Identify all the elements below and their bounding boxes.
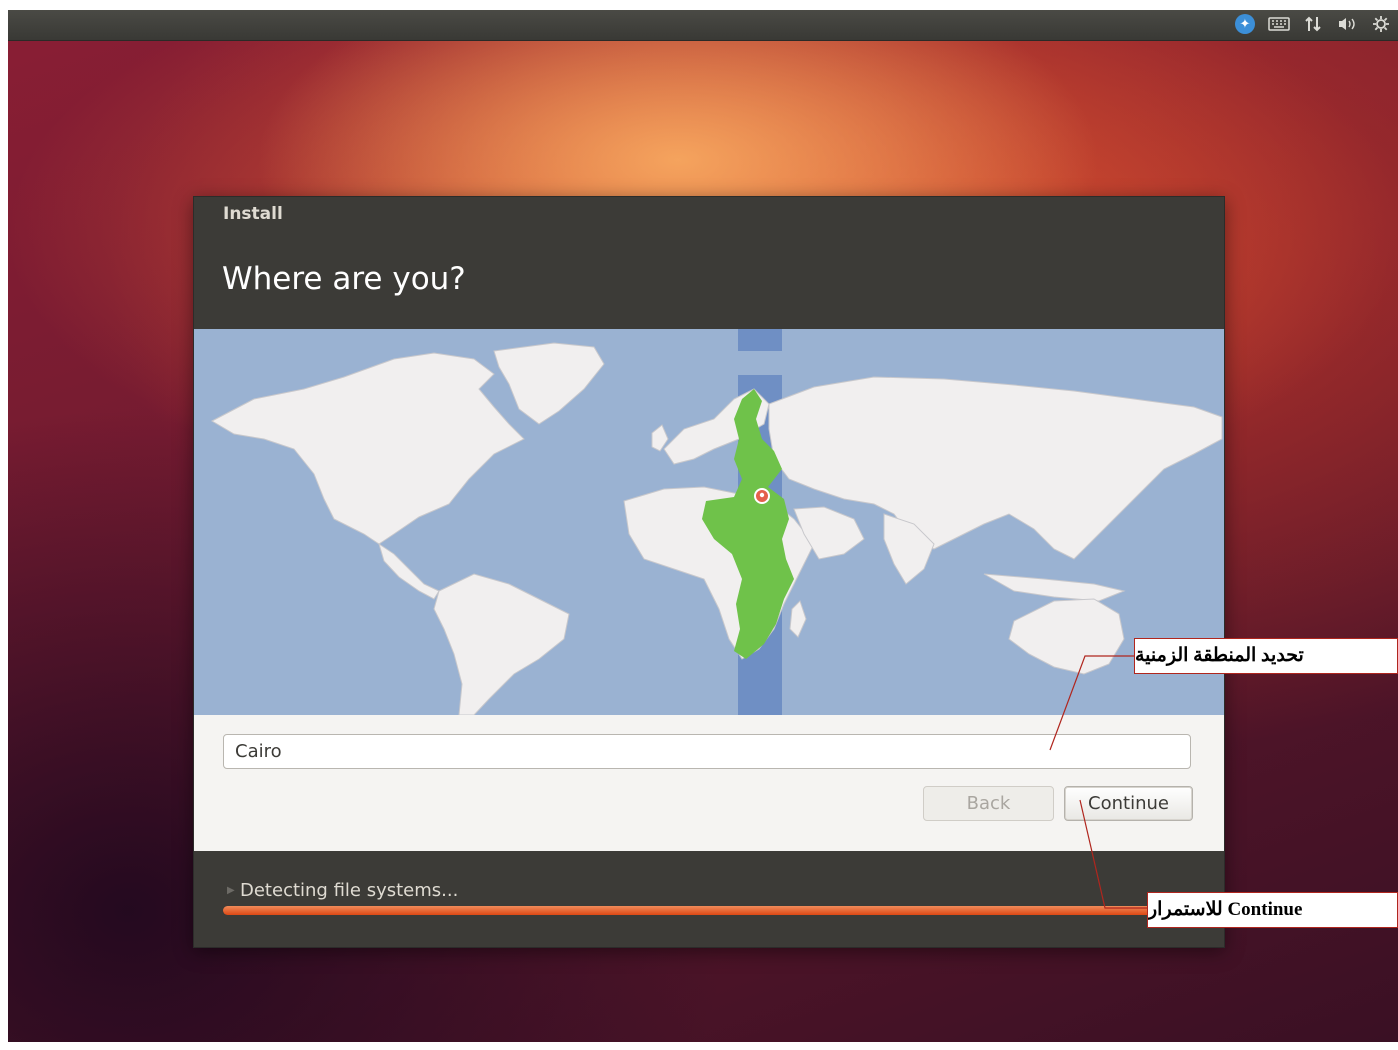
window-title: Install (223, 204, 283, 224)
accessibility-icon[interactable]: ✦ (1234, 13, 1256, 35)
timezone-callout: تحديد المنطقة الزمنية (1134, 638, 1398, 674)
volume-icon[interactable] (1336, 13, 1358, 35)
status-footer: ▶ Detecting file systems... (194, 851, 1224, 947)
content-area: Back Continue (194, 715, 1224, 851)
progress-fill (223, 906, 1191, 915)
keyboard-icon[interactable] (1268, 13, 1290, 35)
window-header: Install Where are you? (194, 197, 1224, 329)
status-text: Detecting file systems... (240, 880, 459, 901)
continue-callout: Continue للاستمرار (1147, 892, 1398, 928)
installer-window: Install Where are you? Cairo Back Contin… (193, 196, 1225, 948)
location-pin (754, 488, 770, 504)
timezone-map[interactable] (194, 329, 1224, 715)
network-icon[interactable] (1302, 13, 1324, 35)
back-button[interactable]: Back (923, 786, 1054, 821)
gear-icon[interactable] (1370, 13, 1392, 35)
timezone-field[interactable] (223, 734, 1191, 769)
top-panel: ✦ (8, 10, 1398, 41)
continue-button[interactable]: Continue (1064, 786, 1193, 821)
page-title: Where are you? (222, 261, 466, 297)
expand-arrow-icon[interactable]: ▶ (227, 885, 235, 896)
timezone-band (738, 329, 782, 351)
progress-bar (223, 906, 1191, 915)
system-tray: ✦ (1234, 13, 1392, 35)
